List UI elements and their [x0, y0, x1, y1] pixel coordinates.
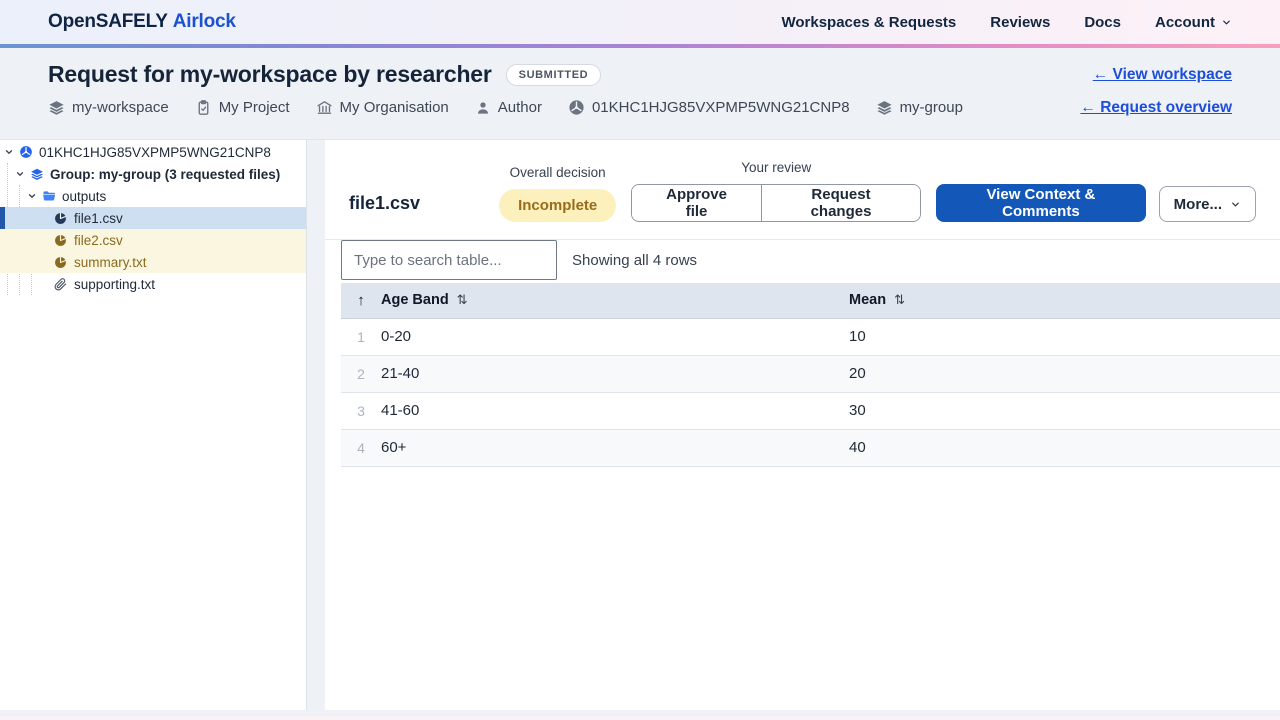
- user-icon: [477, 101, 488, 114]
- tree-node-label: 01KHC1HJG85VXPMP5WNG21CNP8: [39, 144, 271, 160]
- project-icon: [198, 100, 209, 115]
- tree-node-label: Group: my-group (3 requested files): [50, 166, 281, 182]
- table-row: 3 41-60 30: [341, 392, 1280, 430]
- search-input[interactable]: [341, 240, 557, 280]
- column-header-age-band[interactable]: Age Band ⇅: [381, 283, 849, 319]
- view-workspace-link[interactable]: ← View workspace: [1093, 66, 1232, 84]
- index-sort-header[interactable]: ↑: [341, 283, 381, 319]
- layers-icon: [49, 101, 64, 115]
- more-button[interactable]: More...: [1158, 186, 1256, 222]
- file-header: file1.csv Overall decision Incomplete Yo…: [325, 140, 1280, 222]
- request-id-icon: [19, 145, 33, 159]
- approve-file-button[interactable]: Approve file: [632, 185, 761, 221]
- tree-node-supporting[interactable]: supporting.txt: [0, 273, 306, 295]
- meta-project: My Project: [195, 99, 290, 116]
- tree-node-request-root[interactable]: 01KHC1HJG85VXPMP5WNG21CNP8: [0, 141, 306, 163]
- row-index: 2: [341, 355, 381, 393]
- file-review-panel: file1.csv Overall decision Incomplete Yo…: [325, 140, 1280, 710]
- request-overview-link[interactable]: ← Request overview: [1080, 99, 1232, 117]
- cell-age-band: 60+: [381, 429, 849, 467]
- cell-mean: 30: [849, 392, 1280, 430]
- chevron-down-icon[interactable]: [4, 147, 14, 157]
- table-row: 4 60+ 40: [341, 429, 1280, 467]
- file-tree: 01KHC1HJG85VXPMP5WNG21CNP8 Group: my-gro…: [0, 141, 306, 295]
- top-nav: Workspaces & Requests Reviews Docs Accou…: [781, 14, 1232, 31]
- chevron-down-icon[interactable]: [15, 169, 25, 179]
- tree-node-file2[interactable]: file2.csv: [0, 229, 306, 251]
- table-header-row: ↑ Age Band ⇅ Mean ⇅: [341, 283, 1280, 319]
- cell-mean: 20: [849, 355, 1280, 393]
- cell-age-band: 41-60: [381, 392, 849, 430]
- nav-workspaces-requests[interactable]: Workspaces & Requests: [781, 14, 956, 31]
- row-index: 1: [341, 318, 381, 356]
- status-badge: SUBMITTED: [505, 63, 602, 86]
- cell-age-band: 21-40: [381, 355, 849, 393]
- brand-name: OpenSAFELY: [48, 11, 168, 32]
- request-meta: my-workspace My Project My Organisation …: [48, 99, 1232, 116]
- your-review-label: Your review: [741, 160, 812, 175]
- row-index: 4: [341, 429, 381, 467]
- sort-icon[interactable]: ⇅: [457, 292, 468, 307]
- meta-organisation: My Organisation: [316, 99, 449, 116]
- meta-workspace: my-workspace: [48, 99, 169, 116]
- layers-icon: [30, 167, 44, 181]
- chevron-down-icon[interactable]: [27, 191, 37, 201]
- meta-group: my-group: [876, 99, 963, 116]
- brand-logo[interactable]: OpenSAFELY Airlock: [48, 11, 236, 33]
- tree-node-label: file1.csv: [74, 210, 123, 226]
- table-row: 2 21-40 20: [341, 355, 1280, 393]
- request-header: Request for my-workspace by researcher S…: [0, 48, 1280, 140]
- request-changes-button[interactable]: Request changes: [760, 185, 921, 221]
- chart-file-icon: [54, 233, 68, 247]
- column-header-mean[interactable]: Mean ⇅: [849, 283, 1280, 319]
- tree-node-file1[interactable]: file1.csv: [0, 207, 306, 229]
- footer-strip: [0, 710, 1280, 720]
- overall-decision-label: Overall decision: [509, 165, 606, 180]
- file-tree-sidebar: 01KHC1HJG85VXPMP5WNG21CNP8 Group: my-gro…: [0, 140, 307, 710]
- meta-author: Author: [475, 99, 542, 116]
- chevron-down-icon: [1232, 202, 1239, 206]
- sort-icon[interactable]: ⇅: [894, 292, 905, 307]
- nav-reviews[interactable]: Reviews: [990, 14, 1050, 31]
- tree-node-outputs-folder[interactable]: outputs: [0, 185, 306, 207]
- overall-decision-badge: Incomplete: [499, 189, 617, 222]
- nav-docs[interactable]: Docs: [1084, 14, 1121, 31]
- chevron-down-icon: [1223, 20, 1230, 24]
- folder-icon: [42, 189, 56, 203]
- table-row: 1 0-20 10: [341, 318, 1280, 356]
- row-index: 3: [341, 392, 381, 430]
- request-id-icon: [569, 100, 584, 115]
- tree-node-label: summary.txt: [74, 254, 147, 270]
- tree-node-label: outputs: [62, 188, 107, 204]
- brand-product: Airlock: [172, 11, 236, 32]
- sort-ascending-icon: ↑: [357, 291, 365, 309]
- paperclip-icon: [54, 277, 68, 291]
- layers-icon: [876, 101, 892, 115]
- meta-request-id: 01KHC1HJG85VXPMP5WNG21CNP8: [568, 99, 850, 116]
- file-title: file1.csv: [349, 193, 421, 213]
- cell-mean: 40: [849, 429, 1280, 467]
- chart-file-icon: [54, 211, 68, 225]
- organisation-icon: [316, 101, 332, 114]
- view-context-comments-button[interactable]: View Context & Comments: [936, 184, 1146, 222]
- nav-account-menu[interactable]: Account: [1155, 14, 1232, 31]
- tree-node-label: file2.csv: [74, 232, 123, 248]
- top-header: OpenSAFELY Airlock Workspaces & Requests …: [0, 0, 1280, 44]
- tree-node-group[interactable]: Group: my-group (3 requested files): [0, 163, 306, 185]
- table-toolbar: Showing all 4 rows: [325, 239, 1280, 280]
- rows-summary: Showing all 4 rows: [572, 251, 698, 269]
- tree-node-label: supporting.txt: [74, 276, 156, 292]
- tree-node-summary[interactable]: summary.txt: [0, 251, 306, 273]
- review-button-group: Approve file Request changes: [631, 184, 922, 222]
- cell-mean: 10: [849, 318, 1280, 356]
- chart-file-icon: [54, 255, 68, 269]
- data-table: ↑ Age Band ⇅ Mean ⇅ 1 0-20 10 2 21-40 20 3: [341, 283, 1280, 467]
- page-title: Request for my-workspace by researcher: [48, 61, 492, 87]
- cell-age-band: 0-20: [381, 318, 849, 356]
- panel-gap: [307, 140, 325, 710]
